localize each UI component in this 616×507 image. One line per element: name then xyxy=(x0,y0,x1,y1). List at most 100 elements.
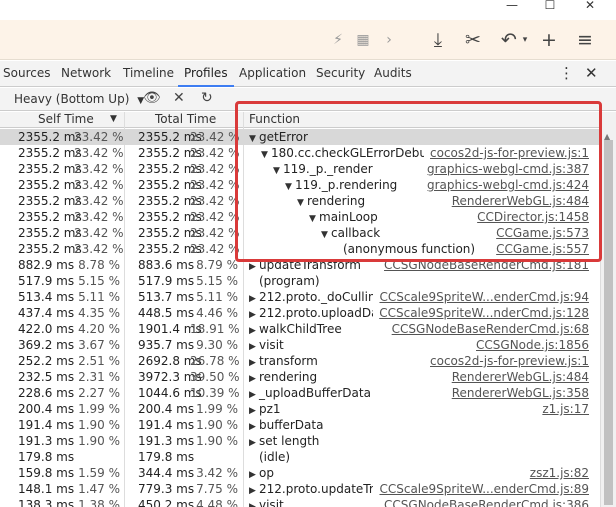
table-row[interactable]: 422.0 ms 4.20 % 1901.4 ms 18.91 % ▶ walkChild… xyxy=(0,321,600,337)
total-time-cell: 1901.4 ms xyxy=(138,322,202,336)
collapsed-arrow-icon[interactable]: ▶ xyxy=(249,499,259,507)
table-row[interactable]: 191.4 ms 1.90 % 191.4 ms 1.90 % ▶ bufferData xyxy=(0,417,600,433)
function-name: op xyxy=(259,466,274,480)
total-time-cell: 191.3 ms xyxy=(138,434,195,448)
source-link[interactable]: zsz1.js:82 xyxy=(523,465,589,481)
source-link[interactable]: RendererWebGL.js:484 xyxy=(445,193,589,209)
table-row[interactable]: 517.9 ms 5.15 % 517.9 ms 5.15 % (program) xyxy=(0,273,600,289)
table-row[interactable]: 2355.2 ms 23.42 % 2355.2 ms 23.42 % ▼ mainLoo… xyxy=(0,209,600,225)
download-icon[interactable]: ⤓ xyxy=(425,29,451,51)
minimize-button[interactable]: — xyxy=(500,0,524,16)
scissors-icon[interactable]: ✂ xyxy=(460,29,486,51)
table-row[interactable]: 882.9 ms 8.78 % 883.6 ms 8.79 % ▶ updateTrans… xyxy=(0,257,600,273)
menu-icon[interactable]: ≡ xyxy=(572,29,598,51)
source-link[interactable]: RendererWebGL.js:358 xyxy=(445,385,589,401)
table-row[interactable]: 191.3 ms 1.90 % 191.3 ms 1.90 % ▶ set length xyxy=(0,433,600,449)
function-header[interactable]: Function xyxy=(249,112,300,128)
source-link[interactable]: CCScale9SpriteW...nderCmd.js:128 xyxy=(373,305,589,321)
scrollbar-thumb[interactable] xyxy=(604,140,613,505)
tab-timeline[interactable]: Timeline xyxy=(117,61,180,87)
tab-network[interactable]: Network xyxy=(55,61,117,87)
source-link[interactable]: graphics-webgl-cmd.js:387 xyxy=(421,161,589,177)
lightning-icon[interactable]: ⚡ xyxy=(325,29,351,51)
table-row[interactable]: 232.5 ms 2.31 % 3972.3 ms 39.50 % ▶ rendering… xyxy=(0,369,600,385)
table-row[interactable]: 228.6 ms 2.27 % 1044.6 ms 10.39 % ▶ _uploadBu… xyxy=(0,385,600,401)
self-time-cell: 200.4 ms xyxy=(18,402,75,416)
function-name: updateTransform xyxy=(259,258,361,272)
source-link[interactable]: CCSGNodeBaseRenderCmd.js:181 xyxy=(378,257,589,273)
view-mode-select[interactable]: Heavy (Bottom Up) ▼ xyxy=(14,92,144,106)
source-link[interactable]: cocos2d-js-for-preview.js:1 xyxy=(424,353,589,369)
tab-profiles[interactable]: Profiles xyxy=(178,61,234,87)
source-link[interactable]: CCGame.js:557 xyxy=(490,241,589,257)
source-link[interactable]: CCDirector.js:1458 xyxy=(471,209,589,225)
table-row[interactable]: 2355.2 ms 23.42 % 2355.2 ms 23.42 % ▼ callbac… xyxy=(0,225,600,241)
self-time-cell: 159.8 ms xyxy=(18,466,75,480)
reload-icon[interactable]: ↻ xyxy=(201,90,213,106)
total-time-cell: 179.8 ms xyxy=(138,450,195,464)
source-link[interactable]: CCSGNodeBaseRenderCmd.js:68 xyxy=(385,321,589,337)
total-time-header[interactable]: Total Time xyxy=(155,112,216,128)
total-time-cell: 935.7 ms xyxy=(138,338,195,352)
self-time-cell: 437.4 ms xyxy=(18,306,75,320)
source-link[interactable]: CCScale9SpriteW...enderCmd.js:89 xyxy=(373,481,589,497)
tab-application[interactable]: Application xyxy=(233,61,312,87)
function-cell: (anonymous function) xyxy=(333,241,475,257)
source-link[interactable]: z1.js:17 xyxy=(536,401,589,417)
close-devtools-icon[interactable]: ✕ xyxy=(585,64,598,82)
total-time-cell: 2355.2 ms xyxy=(138,146,202,160)
self-time-cell: 252.2 ms xyxy=(18,354,75,368)
table-row[interactable]: 148.1 ms 1.47 % 779.3 ms 7.75 % ▶ 212.proto.u… xyxy=(0,481,600,497)
source-link[interactable]: graphics-webgl-cmd.js:424 xyxy=(421,177,589,193)
tab-audits[interactable]: Audits xyxy=(368,61,418,87)
total-percent-cell: 23.42 % xyxy=(190,162,240,176)
table-row[interactable]: 179.8 ms 179.8 ms (idle) xyxy=(0,449,600,465)
self-percent-cell: 23.42 % xyxy=(74,226,124,240)
table-row[interactable]: 2355.2 ms 23.42 % 2355.2 ms 23.42 % (anonymo… xyxy=(0,241,600,257)
table-row[interactable]: 2355.2 ms 23.42 % 2355.2 ms 23.42 % ▼ renderi… xyxy=(0,193,600,209)
total-time-cell: 2355.2 ms xyxy=(138,210,202,224)
self-percent-cell: 2.27 % xyxy=(78,386,120,400)
self-percent-cell: 4.35 % xyxy=(78,306,120,320)
table-row[interactable]: 200.4 ms 1.99 % 200.4 ms 1.99 % ▶ pz1 z1.js:17 xyxy=(0,401,600,417)
self-percent-cell: 5.15 % xyxy=(78,274,120,288)
table-row[interactable]: 159.8 ms 1.59 % 344.4 ms 3.42 % ▶ op zsz1.js:8… xyxy=(0,465,600,481)
undo-dropdown-icon[interactable]: ▾ xyxy=(512,29,538,51)
eye-icon[interactable]: 👁 xyxy=(143,90,161,106)
source-link[interactable]: CCSGNode.js:1856 xyxy=(470,337,589,353)
self-percent-cell: 1.38 % xyxy=(78,498,120,507)
self-time-cell: 2355.2 ms xyxy=(18,178,82,192)
table-row[interactable]: 2355.2 ms 23.42 % 2355.2 ms 23.42 % ▼ 180.cc.… xyxy=(0,145,600,161)
table-row[interactable]: 2355.2 ms 23.42 % 2355.2 ms 23.42 % ▼ 119._p.… xyxy=(0,161,600,177)
function-name: visit xyxy=(259,498,284,507)
scrollbar[interactable]: ▲ xyxy=(600,112,616,507)
tab-security[interactable]: Security xyxy=(310,61,371,87)
profile-table: Self Time ▼ Total Time Function 2355.2 m… xyxy=(0,112,616,507)
table-row[interactable]: 437.4 ms 4.35 % 448.5 ms 4.46 % ▶ 212.proto.u… xyxy=(0,305,600,321)
source-link[interactable]: cocos2d-js-for-preview.js:1 xyxy=(424,145,589,161)
self-time-header[interactable]: Self Time xyxy=(38,112,94,128)
table-row[interactable]: 2355.2 ms 23.42 % 2355.2 ms 23.42 % ▼ 119._p.… xyxy=(0,177,600,193)
source-link[interactable]: CCSGNodeBaseRenderCmd.js:386 xyxy=(378,497,589,507)
table-row[interactable]: 513.4 ms 5.11 % 513.7 ms 5.11 % ▶ 212.proto._… xyxy=(0,289,600,305)
total-time-cell: 883.6 ms xyxy=(138,258,195,272)
close-window-button[interactable]: ✕ xyxy=(578,0,602,16)
source-link[interactable]: RendererWebGL.js:484 xyxy=(445,369,589,385)
plus-icon[interactable]: + xyxy=(536,29,562,51)
table-row[interactable]: 252.2 ms 2.51 % 2692.8 ms 26.78 % ▶ transform… xyxy=(0,353,600,369)
self-percent-cell: 23.42 % xyxy=(74,162,124,176)
qr-icon[interactable]: ▦ xyxy=(350,29,376,51)
sort-arrow-icon[interactable]: ▼ xyxy=(110,112,117,128)
profile-toolbar: Heavy (Bottom Up) ▼ 👁 ✕ ↻ xyxy=(0,88,616,111)
tab-sources[interactable]: Sources xyxy=(0,61,56,87)
total-percent-cell: 23.42 % xyxy=(190,226,240,240)
table-row[interactable]: 369.2 ms 3.67 % 935.7 ms 9.30 % ▶ visit CCSGNo… xyxy=(0,337,600,353)
source-link[interactable]: CCGame.js:573 xyxy=(490,225,589,241)
more-options-icon[interactable]: ⋮ xyxy=(559,64,574,82)
table-row[interactable]: 138.3 ms 1.38 % 450.2 ms 4.48 % ▶ visit CCSGNo… xyxy=(0,497,600,507)
source-link[interactable]: CCScale9SpriteW...enderCmd.js:94 xyxy=(373,289,589,305)
table-row[interactable]: 2355.2 ms 23.42 % 2355.2 ms 23.42 % ▼ getErro… xyxy=(0,129,600,145)
chevron-right-icon[interactable]: › xyxy=(376,29,402,51)
clear-icon[interactable]: ✕ xyxy=(173,90,185,106)
maximize-button[interactable]: ☐ xyxy=(538,0,562,16)
